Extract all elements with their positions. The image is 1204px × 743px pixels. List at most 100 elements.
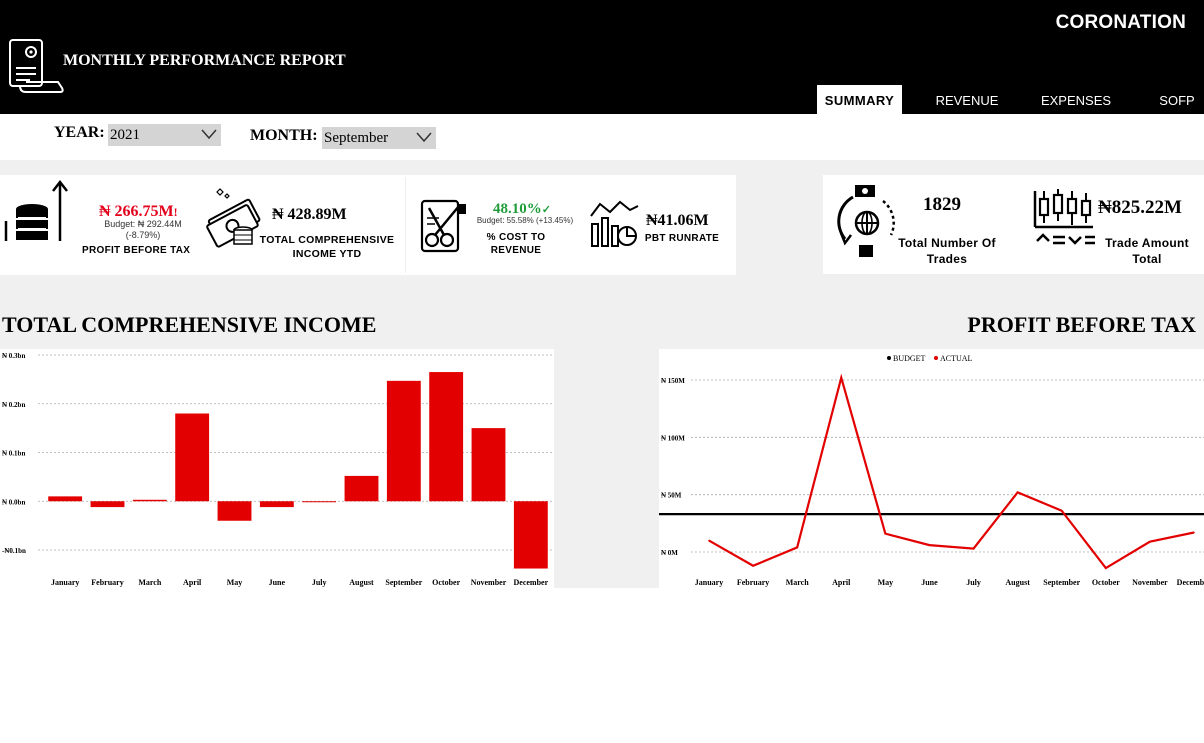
coin-stack-up-icon [2, 179, 70, 249]
x-tick-label: October [432, 578, 460, 587]
header-bar: MONTHLY PERFORMANCE REPORT CORONATION SU… [0, 0, 1204, 114]
y-tick-label: -₦0.1bn [2, 547, 26, 555]
year-label: YEAR: [54, 124, 105, 141]
bar [471, 428, 506, 502]
bar [302, 501, 337, 503]
trade-amount-label-line2: Total [1132, 252, 1162, 266]
bar [429, 372, 464, 502]
bar [132, 499, 167, 502]
pbt-amount: ₦ 266.75M [99, 203, 174, 220]
chevron-down-icon [416, 132, 432, 143]
pbt-runrate-value: ₦41.06M [646, 212, 709, 229]
month-value: September [324, 130, 389, 146]
month-dropdown[interactable]: September [322, 127, 436, 149]
x-tick-label: December [514, 578, 549, 587]
report-title: MONTHLY PERFORMANCE REPORT [63, 52, 346, 69]
pbt-label: PROFIT BEFORE TAX [82, 245, 191, 256]
x-tick-label: June [269, 578, 286, 587]
pbt-chart-panel: ₦ 150M ₦ 100M ₦ 50M ₦ 0M BUDGET ACTUAL January… [659, 349, 1204, 588]
pbt-chart-title: PROFIT BEFORE TAX [967, 312, 1196, 337]
actual-point [840, 376, 843, 379]
y-tick-label: ₦ 0.2bn [2, 401, 25, 409]
pbt-runrate-label: PBT RUNRATE [644, 233, 720, 244]
candlestick-icon [1033, 187, 1097, 251]
tci-chart-panel: ₦ 0.3bn ₦ 0.2bn ₦ 0.1bn ₦ 0.0bn -₦0.1bn Janua… [0, 349, 554, 588]
brand-logo: CORONATION [1055, 12, 1186, 33]
pbt-variance: (-8.79%) [125, 230, 161, 240]
x-tick-label: November [1132, 578, 1168, 587]
legend-marker [934, 356, 938, 360]
trades-label-line2: Trades [926, 252, 968, 266]
x-tick-label: January [695, 578, 723, 587]
x-tick-label: July [966, 578, 981, 587]
actual-point [752, 564, 754, 567]
x-tick-label: April [832, 578, 851, 587]
tci-bar-chart: ₦ 0.3bn ₦ 0.2bn ₦ 0.1bn ₦ 0.0bn -₦0.1bn Janua… [2, 352, 552, 587]
bar [90, 501, 125, 508]
kpi-panel-left: ₦ 266.75M! Budget: ₦ 292.44M (-8.79%) PR… [0, 175, 736, 275]
x-tick-label: September [385, 578, 422, 587]
x-tick-label: November [471, 578, 507, 587]
tab-revenue[interactable]: REVENUE [928, 85, 1006, 114]
actual-line [708, 373, 1195, 570]
bar [217, 501, 252, 521]
actual-point [1016, 491, 1019, 494]
x-tick-label: March [138, 578, 162, 587]
actual-point [972, 547, 975, 550]
bar [48, 496, 83, 502]
tab-summary[interactable]: SUMMARY [817, 85, 902, 114]
kpi-divider [405, 177, 406, 273]
x-tick-label: April [183, 578, 202, 587]
tci-chart-title: TOTAL COMPREHENSIVE INCOME [2, 312, 377, 337]
bar [259, 501, 294, 508]
tci-value: ₦ 428.89M [272, 206, 347, 223]
chevron-down-icon [201, 129, 217, 140]
x-tick-label: February [737, 578, 769, 587]
y-tick-label: ₦ 150M [661, 377, 685, 385]
legend-marker [887, 356, 891, 360]
x-tick-label: August [349, 578, 374, 587]
actual-point [1060, 509, 1063, 512]
y-tick-label: ₦ 0.3bn [2, 352, 25, 360]
pbt-budget: Budget: ₦ 292.44M [104, 219, 182, 229]
actual-point [1193, 531, 1195, 534]
x-tick-label: July [312, 578, 327, 587]
month-label: MONTH: [250, 127, 318, 144]
y-tick-label: ₦ 0M [661, 549, 678, 557]
actual-point [928, 544, 931, 546]
actual-point [1105, 567, 1107, 569]
y-tick-label: ₦ 0.0bn [2, 498, 25, 506]
year-value: 2021 [110, 127, 140, 143]
ctr-amount: 48.10% [493, 201, 542, 217]
x-tick-label: May [878, 578, 894, 587]
trade-amount-value: ₦825.22M [1098, 197, 1182, 218]
trades-value: 1829 [923, 194, 961, 215]
kpi-panel-right: 1829 Total Number Of Trades ₦825.22M Tra… [823, 175, 1204, 274]
bar [386, 380, 421, 502]
x-tick-label: January [51, 578, 79, 587]
year-dropdown[interactable]: 2021 [108, 124, 221, 146]
trades-label-line1: Total Number Of [898, 236, 996, 250]
actual-point [708, 539, 710, 542]
check-icon: ✓ [541, 204, 551, 216]
pbt-line-chart: ₦ 150M ₦ 100M ₦ 50M ₦ 0M BUDGET ACTUAL January… [659, 354, 1204, 587]
x-tick-label: March [786, 578, 810, 587]
x-tick-label: October [1092, 578, 1120, 587]
bar-chart-growth-icon [588, 198, 640, 248]
y-tick-label: ₦ 50M [661, 492, 682, 500]
actual-point [1149, 540, 1151, 543]
pbt-alert-flag: ! [173, 205, 178, 219]
ctr-label-line2: REVENUE [490, 245, 542, 256]
x-tick-label: May [227, 578, 243, 587]
actual-point [884, 532, 887, 535]
ctr-budget: Budget: 55.58% (+13.45%) [476, 216, 574, 225]
x-tick-label: December [1177, 578, 1204, 587]
cost-cut-icon [419, 198, 471, 254]
trade-amount-label-line1: Trade Amount [1105, 236, 1189, 250]
actual-point [796, 546, 798, 549]
tab-expenses[interactable]: EXPENSES [1036, 85, 1116, 114]
legend-label: BUDGET [893, 354, 926, 363]
legend-label: ACTUAL [940, 354, 973, 363]
bar [175, 413, 210, 502]
tab-sofp[interactable]: SOFP [1150, 85, 1204, 114]
